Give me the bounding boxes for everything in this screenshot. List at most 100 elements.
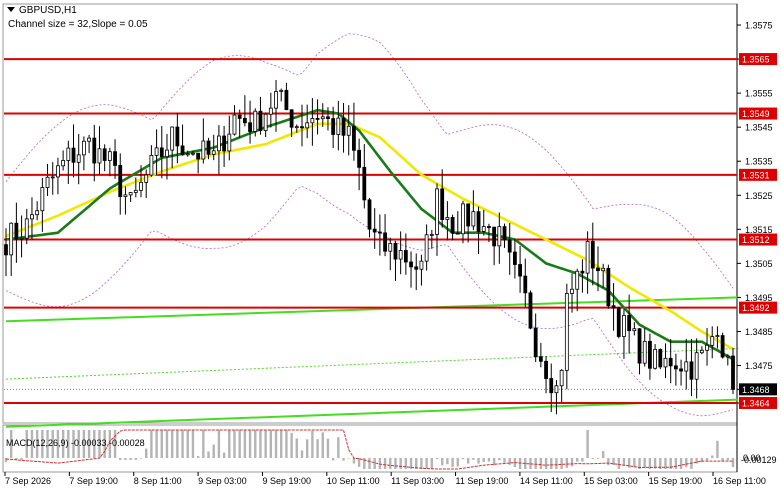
candle-body (658, 349, 663, 368)
macd-histogram-bar (316, 439, 319, 458)
macd-histogram-bar (544, 458, 548, 469)
candle-body (668, 357, 673, 367)
macd-histogram-bar (477, 458, 480, 464)
macd-histogram-bar (352, 458, 356, 464)
candle-body (191, 152, 195, 155)
macd-tick-min: -0.00129 (741, 455, 777, 465)
macd-histogram-bar (233, 430, 236, 458)
macd-histogram-bar (705, 458, 709, 461)
candle-body (445, 217, 450, 220)
time-axis-label: 10 Sep 11:00 (327, 476, 380, 486)
macd-histogram-bar (596, 458, 600, 459)
symbol-label: GBPUSD,H1 (19, 5, 77, 16)
price-axis-label: 1.3525 (745, 191, 773, 201)
candle-body (206, 140, 211, 155)
candle-body (689, 361, 694, 380)
candle-body (217, 135, 221, 152)
candle-body (424, 234, 429, 262)
candle-body (357, 149, 362, 168)
macd-histogram-bar (238, 430, 241, 458)
candle-body (154, 147, 159, 156)
candle-body (56, 165, 60, 178)
macd-histogram-bar (622, 458, 626, 466)
macd-histogram-bar (446, 458, 449, 465)
macd-histogram-bar (576, 458, 579, 462)
level-badge-text: 1.3464 (742, 398, 770, 408)
candle-body (523, 275, 528, 294)
candle-body (383, 232, 387, 252)
candle-body (107, 151, 112, 161)
candle-body (564, 293, 569, 371)
candle-body (705, 344, 709, 351)
candle-body (196, 152, 201, 160)
candle-body (211, 150, 216, 155)
level-badge-text: 1.3565 (742, 55, 770, 65)
macd-histogram-bar (222, 452, 226, 458)
candle-body (45, 176, 50, 188)
macd-histogram-bar (155, 430, 158, 458)
macd-histogram-bar (264, 430, 267, 458)
candle-body (331, 118, 336, 135)
macd-histogram-bar (555, 458, 558, 469)
candle-body (279, 89, 284, 92)
macd-histogram-bar (674, 458, 678, 469)
macd-histogram-bar (160, 430, 163, 458)
macd-histogram-bar (685, 458, 688, 468)
macd-histogram-bar (560, 458, 563, 469)
candle-body (694, 352, 699, 380)
macd-histogram-bar (337, 437, 340, 458)
candle-body (24, 218, 29, 239)
macd-histogram-bar (565, 458, 569, 468)
candle-body (653, 349, 658, 369)
macd-histogram-bar (311, 430, 314, 458)
price-chart[interactable]: 1.3575 1.3565 1.3555 1.3545 1.3535 1.3525 1.35… (0, 0, 781, 489)
candle-body (50, 176, 55, 179)
candle-body (92, 137, 97, 164)
candle-body (528, 292, 533, 329)
candle-body (450, 217, 455, 234)
candle-body (580, 270, 585, 274)
candle-body (419, 260, 424, 270)
macd-histogram-bar (274, 430, 278, 458)
candle-body (128, 192, 133, 196)
candle-body (570, 288, 574, 294)
macd-histogram-bar (20, 458, 23, 460)
price-axis-label: 1.3545 (745, 123, 773, 133)
candle-body (648, 340, 652, 369)
time-axis-label: 15 Sep 19:00 (649, 476, 703, 486)
macd-histogram-bar (269, 430, 273, 458)
candle-body (232, 114, 237, 135)
candle-body (725, 355, 730, 358)
candle-body (258, 110, 263, 131)
macd-label: MACD(12,26,9) -0.00033 -0.00028 (6, 438, 145, 448)
macd-histogram-bar (300, 450, 304, 458)
macd-histogram-bar (591, 458, 594, 460)
candle-body (284, 89, 289, 111)
macd-histogram-bar (228, 430, 231, 458)
macd-histogram-bar (176, 430, 179, 458)
macd-histogram-bar (186, 430, 189, 458)
candle-body (663, 357, 668, 368)
candle-body (502, 226, 507, 241)
time-axis-label: 16 Sep 11:00 (713, 476, 766, 486)
macd-histogram-bar (124, 458, 127, 461)
time-axis-label: 9 Sep 03:00 (198, 476, 247, 486)
macd-histogram-bar (404, 458, 408, 469)
candle-body (263, 113, 268, 131)
candle-body (731, 355, 735, 390)
candle-body (289, 109, 294, 128)
macd-histogram-bar (607, 458, 610, 466)
macd-histogram-bar (472, 458, 475, 460)
candle-body (601, 267, 606, 272)
candle-body (305, 122, 310, 129)
macd-histogram-bar (633, 458, 636, 467)
candle-body (481, 226, 486, 232)
candle-body (642, 340, 647, 364)
time-axis-label: 14 Sep 11:00 (520, 476, 573, 486)
macd-histogram-bar (342, 458, 345, 461)
macd-histogram-bar (508, 458, 511, 465)
macd-histogram-bar (196, 456, 200, 458)
macd-histogram-bar (570, 458, 574, 467)
candle-body (315, 118, 320, 120)
candle-body (632, 328, 637, 332)
